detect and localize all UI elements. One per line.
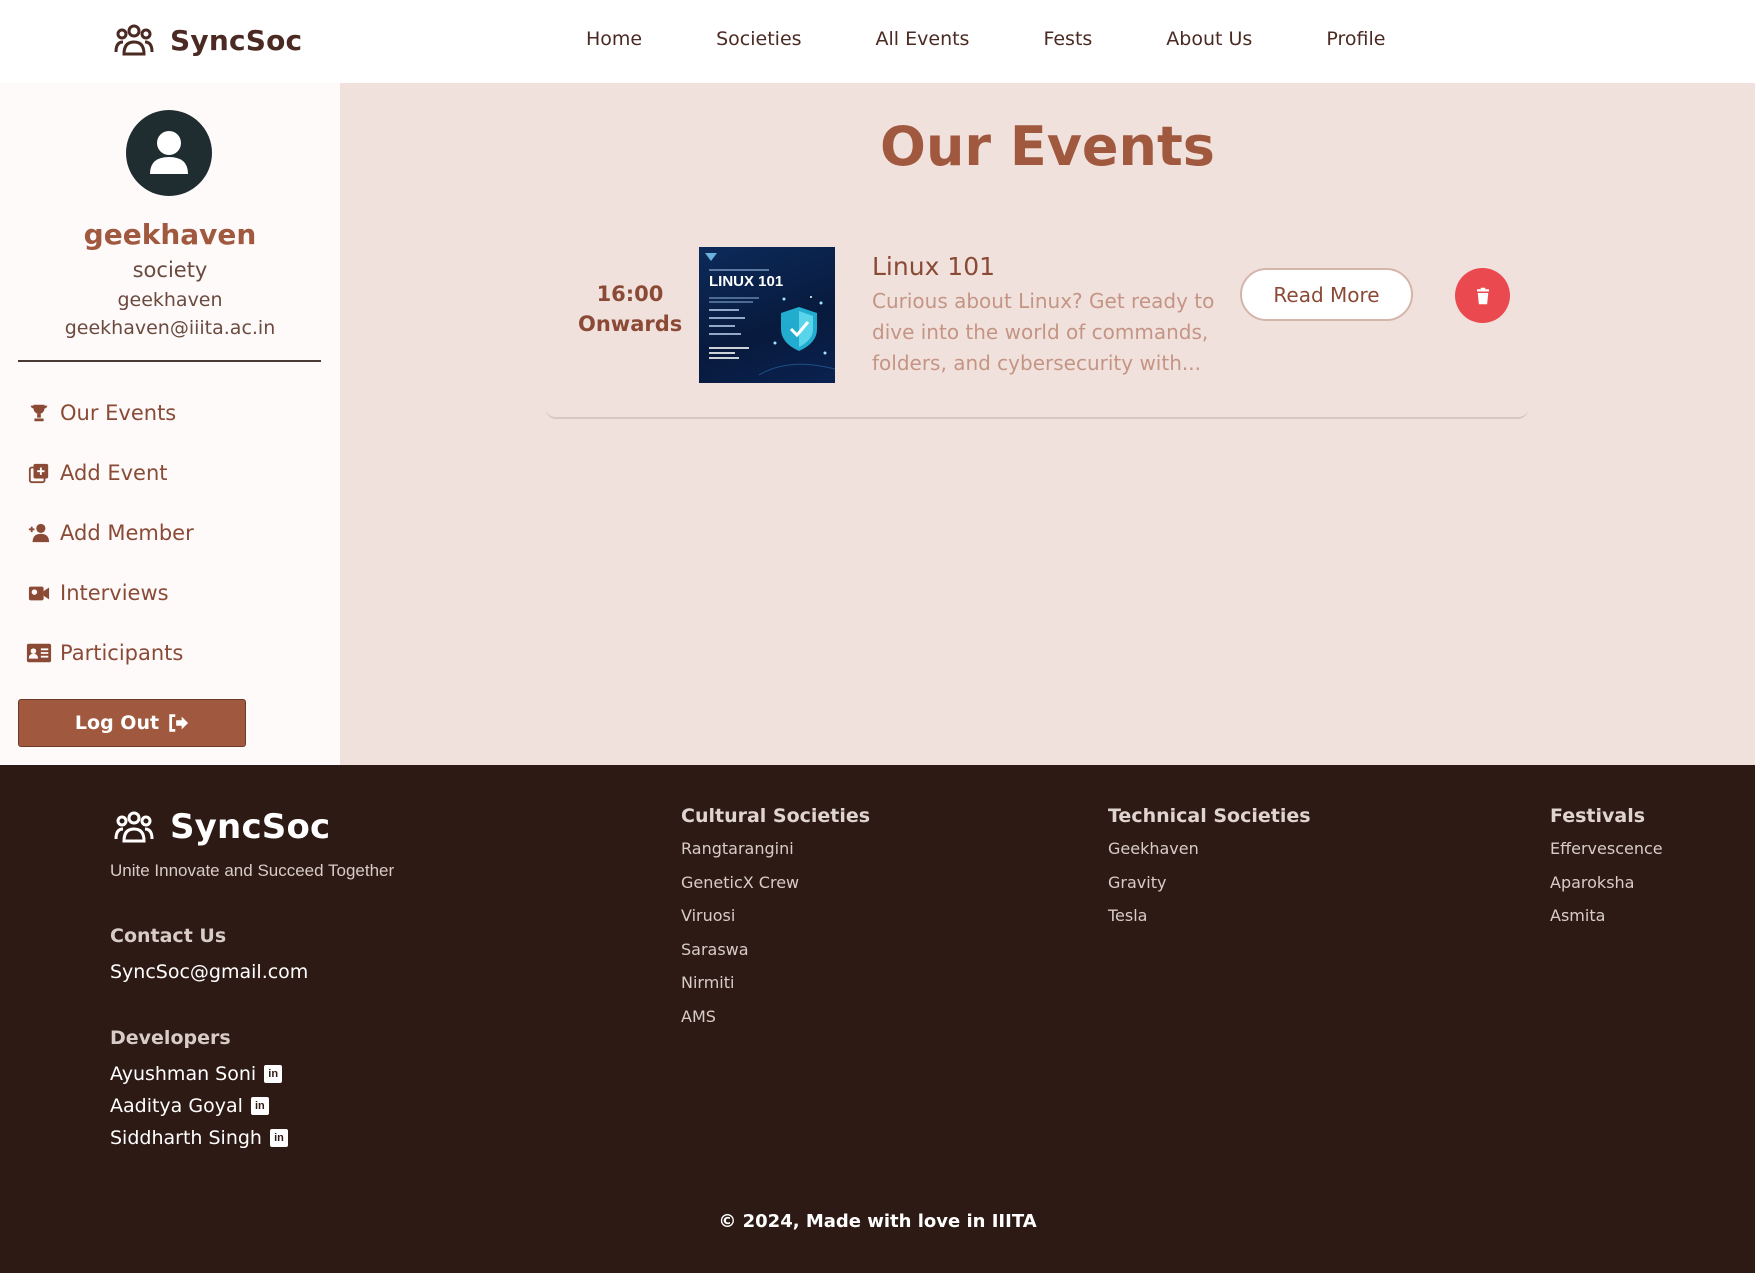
add-box-icon: [26, 460, 52, 486]
footer-link[interactable]: Asmita: [1550, 906, 1663, 940]
top-navbar: SyncSoc Home Societies All Events Fests …: [0, 0, 1755, 83]
group-icon: [114, 24, 154, 56]
user-icon: [150, 131, 188, 174]
footer-column-festivals: Festivals Effervescence Aparoksha Asmita: [1550, 805, 1663, 940]
nav-profile[interactable]: Profile: [1326, 28, 1385, 50]
sidebar-item-label: Add Member: [60, 521, 194, 545]
divider: [18, 360, 321, 362]
developer-name: Siddharth Singh: [110, 1127, 262, 1149]
logout-icon: [169, 714, 189, 732]
footer-link[interactable]: Gravity: [1108, 873, 1311, 907]
logout-button[interactable]: Log Out: [18, 699, 246, 747]
developer-name: Aaditya Goyal: [110, 1095, 243, 1117]
footer-link[interactable]: Geekhaven: [1108, 839, 1311, 873]
society-email: geekhaven@iiita.ac.in: [64, 317, 276, 339]
sidebar-item-add-member[interactable]: Add Member: [26, 517, 194, 549]
delete-event-button[interactable]: [1455, 268, 1510, 323]
nav-home[interactable]: Home: [586, 28, 642, 50]
avatar: [126, 110, 212, 196]
society-type: society: [132, 258, 208, 282]
society-handle: geekhaven: [117, 289, 223, 311]
sidebar-item-participants[interactable]: Participants: [26, 637, 183, 669]
poster-art: [705, 253, 835, 376]
footer-link[interactable]: Saraswa: [681, 940, 870, 974]
sidebar-item-label: Add Event: [60, 461, 168, 485]
developer-item[interactable]: Ayushman Soni in: [110, 1063, 283, 1085]
footer-link[interactable]: Effervescence: [1550, 839, 1663, 873]
logout-label: Log Out: [74, 712, 160, 734]
sidebar-item-label: Interviews: [60, 581, 169, 605]
nav-all-events[interactable]: All Events: [876, 28, 970, 50]
trophy-icon: [26, 400, 52, 426]
event-description: Curious about Linux? Get ready to dive i…: [872, 289, 1215, 375]
footer-tagline: Unite Innovate and Succeed Together: [110, 861, 395, 880]
footer-link[interactable]: Tesla: [1108, 906, 1311, 940]
footer-column-cultural: Cultural Societies Rangtarangini Genetic…: [681, 805, 870, 1040]
poster-title: LINUX 101: [709, 273, 784, 290]
developers-heading: Developers: [110, 1027, 231, 1049]
footer-brand: SyncSoc: [114, 807, 330, 847]
sidebar-item-label: Participants: [60, 641, 184, 665]
id-card-icon: [26, 640, 52, 666]
column-heading: Festivals: [1550, 805, 1646, 827]
copyright: © 2024, Made with love in IIITA: [718, 1211, 1037, 1232]
sidebar-item-label: Our Events: [60, 401, 177, 425]
developer-name: Ayushman Soni: [110, 1063, 257, 1085]
footer-brand-name: SyncSoc: [170, 807, 331, 847]
event-time-value: 16:00: [596, 282, 664, 306]
footer-link[interactable]: AMS: [681, 1007, 870, 1041]
developer-item[interactable]: Aaditya Goyal in: [110, 1095, 269, 1117]
main-nav: Home Societies All Events Fests About Us…: [586, 28, 1459, 50]
event-time-suffix: Onwards: [578, 312, 683, 336]
footer-link[interactable]: GeneticX Crew: [681, 873, 870, 907]
trash-icon: [1476, 287, 1489, 304]
column-heading: Cultural Societies: [681, 805, 871, 827]
nav-about-us[interactable]: About Us: [1166, 28, 1252, 50]
user-plus-icon: [26, 520, 52, 546]
footer-link[interactable]: Rangtarangini: [681, 839, 870, 873]
footer-column-technical: Technical Societies Geekhaven Gravity Te…: [1108, 805, 1311, 940]
sidebar-item-our-events[interactable]: Our Events: [26, 397, 176, 429]
nav-societies[interactable]: Societies: [716, 28, 801, 50]
event-time: 16:00 Onwards: [578, 279, 682, 339]
society-name: geekhaven: [83, 218, 257, 251]
brand[interactable]: SyncSoc: [114, 22, 302, 58]
contact-heading: Contact Us: [110, 925, 227, 947]
video-icon: [26, 580, 52, 606]
linkedin-icon[interactable]: in: [269, 1129, 288, 1147]
footer-link[interactable]: Viruosi: [681, 906, 870, 940]
footer-link[interactable]: Nirmiti: [681, 973, 870, 1007]
event-card: 16:00 Onwards LINUX 101 Linux 101 Curiou…: [546, 233, 1528, 419]
brand-name: SyncSoc: [170, 23, 303, 57]
main-content: Our Events 16:00 Onwards LINUX 101 Linux…: [340, 83, 1755, 765]
footer: SyncSoc Unite Innovate and Succeed Toget…: [0, 765, 1755, 1273]
group-icon: [114, 811, 154, 843]
nav-fests[interactable]: Fests: [1043, 28, 1092, 50]
contact-email-link[interactable]: SyncSoc@gmail.com: [110, 961, 308, 983]
read-more-button[interactable]: Read More: [1240, 268, 1413, 321]
sidebar-item-interviews[interactable]: Interviews: [26, 577, 169, 609]
page-title: Our Events: [880, 115, 1215, 178]
developer-item[interactable]: Siddharth Singh in: [110, 1127, 288, 1149]
event-name: Linux 101: [872, 252, 996, 281]
sidebar-item-add-event[interactable]: Add Event: [26, 457, 168, 489]
column-heading: Technical Societies: [1108, 805, 1311, 827]
linkedin-icon[interactable]: in: [264, 1065, 283, 1083]
footer-link[interactable]: Aparoksha: [1550, 873, 1663, 907]
event-poster: LINUX 101: [699, 247, 835, 383]
sidebar: geekhaven society geekhaven geekhaven@ii…: [0, 83, 340, 765]
linkedin-icon[interactable]: in: [250, 1097, 269, 1115]
